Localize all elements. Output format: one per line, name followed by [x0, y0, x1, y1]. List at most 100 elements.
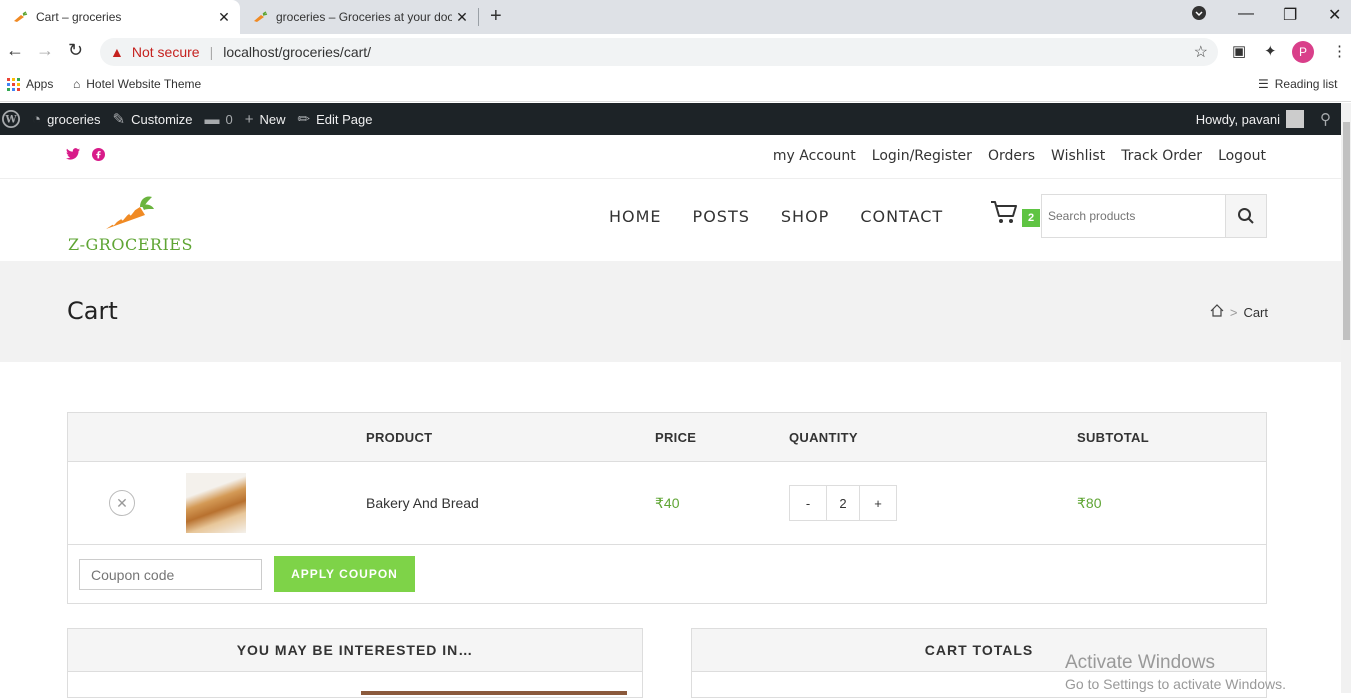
- breadcrumb-current: Cart: [1243, 304, 1268, 320]
- wp-account-menu[interactable]: Howdy, pavani: [1196, 103, 1304, 135]
- header-subtotal: SUBTOTAL: [1077, 430, 1149, 445]
- product-subtotal: ₹80: [1077, 495, 1102, 511]
- cart-table: PRODUCT PRICE QUANTITY SUBTOTAL ✕ Bakery…: [67, 412, 1267, 604]
- omnibox-divider: |: [209, 44, 214, 60]
- cross-sell-product-image[interactable]: [361, 691, 627, 695]
- header-product: PRODUCT: [366, 430, 433, 445]
- wordpress-logo-icon: W: [2, 110, 20, 128]
- wp-edit-page[interactable]: ✏ Edit Page: [298, 103, 373, 135]
- watermark-line-2: Go to Settings to activate Windows.: [1065, 676, 1286, 692]
- nav-posts[interactable]: POSTS: [693, 207, 750, 226]
- profile-avatar[interactable]: P: [1292, 41, 1314, 63]
- wp-comments[interactable]: ▬ 0: [205, 103, 233, 135]
- extension-icon[interactable]: ▣: [1232, 42, 1246, 60]
- site-name-label: groceries: [47, 111, 101, 127]
- browser-menu-icon[interactable]: ⋮: [1332, 42, 1347, 60]
- wishlist-link[interactable]: Wishlist: [1051, 148, 1105, 164]
- windows-activation-watermark: Activate Windows Go to Settings to activ…: [1065, 652, 1286, 692]
- wp-customize[interactable]: ✎ Customize: [113, 103, 193, 135]
- carrot-logo-icon[interactable]: [68, 189, 158, 240]
- bookmark-label: Hotel Website Theme: [86, 77, 202, 91]
- product-name-link[interactable]: Bakery And Bread: [366, 495, 479, 511]
- tab-close-icon[interactable]: ✕: [214, 9, 234, 26]
- nav-contact[interactable]: CONTACT: [860, 207, 943, 226]
- apps-grid-icon: [7, 77, 20, 91]
- user-avatar: [1286, 110, 1304, 128]
- wp-logo-menu[interactable]: W: [2, 103, 20, 135]
- reload-icon[interactable]: ↻: [68, 40, 83, 61]
- quantity-increase-button[interactable]: +: [860, 486, 896, 520]
- search-input[interactable]: [1042, 195, 1225, 237]
- main-navigation: HOME POSTS SHOP CONTACT: [609, 207, 943, 226]
- site-favicon-icon: [252, 9, 268, 25]
- minimize-icon[interactable]: —: [1238, 5, 1254, 23]
- wp-new-content[interactable]: + New: [245, 103, 286, 135]
- comments-count: 0: [225, 111, 233, 127]
- browser-tab-groceries[interactable]: groceries – Groceries at your doo ✕: [240, 0, 478, 34]
- logo-text[interactable]: Z-GROCERIES: [68, 235, 193, 254]
- cart-icon[interactable]: [990, 199, 1018, 230]
- bookmark-label: Apps: [26, 77, 54, 91]
- url-text[interactable]: localhost/groceries/cart/: [223, 44, 371, 60]
- svg-text:W: W: [4, 115, 17, 126]
- customize-label: Customize: [131, 111, 193, 127]
- nav-shop[interactable]: SHOP: [781, 207, 829, 226]
- tab-close-icon[interactable]: ✕: [452, 9, 472, 26]
- brush-icon: ✎: [112, 111, 126, 128]
- pencil-icon: ✏: [297, 111, 311, 128]
- orders-link[interactable]: Orders: [988, 148, 1035, 164]
- product-price: ₹40: [655, 495, 680, 511]
- product-thumbnail[interactable]: [186, 473, 246, 533]
- address-bar[interactable]: ▲ Not secure | localhost/groceries/cart/…: [100, 38, 1218, 66]
- wp-site-name[interactable]: ◔ groceries: [32, 103, 101, 135]
- apply-coupon-button[interactable]: APPLY COUPON: [274, 556, 415, 592]
- nav-home[interactable]: HOME: [609, 207, 662, 226]
- track-order-link[interactable]: Track Order: [1121, 148, 1202, 164]
- login-register-link[interactable]: Login/Register: [872, 148, 972, 164]
- security-status[interactable]: Not secure: [132, 44, 200, 60]
- cart-table-header: PRODUCT PRICE QUANTITY SUBTOTAL: [68, 413, 1266, 462]
- quantity-input[interactable]: 2: [826, 486, 860, 520]
- edit-page-label: Edit Page: [316, 111, 373, 127]
- tab-search-icon[interactable]: [1191, 5, 1207, 26]
- browser-tab-cart[interactable]: Cart – groceries ✕: [0, 0, 240, 34]
- breadcrumb: > Cart: [1210, 304, 1268, 320]
- search-icon: [1238, 208, 1254, 224]
- home-icon[interactable]: [1210, 304, 1224, 320]
- bookmark-apps[interactable]: Apps: [7, 77, 53, 91]
- browser-tab-strip: Cart – groceries ✕ groceries – Groceries…: [0, 0, 1351, 34]
- account-links: my Account Login/Register Orders Wishlis…: [773, 148, 1266, 164]
- logout-link[interactable]: Logout: [1218, 148, 1266, 164]
- maximize-icon[interactable]: ❐: [1283, 5, 1297, 25]
- new-tab-icon[interactable]: +: [490, 5, 502, 28]
- site-favicon-icon: [12, 9, 28, 25]
- facebook-icon[interactable]: [92, 148, 105, 164]
- reading-list[interactable]: ☰ Reading list: [1258, 77, 1337, 91]
- site-header: Z-GROCERIES HOME POSTS SHOP CONTACT 2: [0, 179, 1341, 261]
- social-links: [66, 148, 105, 164]
- tab-title: Cart – groceries: [36, 10, 122, 24]
- admin-search-icon[interactable]: ⚲: [1320, 110, 1331, 128]
- forward-icon[interactable]: →: [36, 40, 54, 61]
- hotel-icon: ⌂: [73, 77, 81, 91]
- twitter-icon[interactable]: [66, 148, 80, 164]
- back-icon[interactable]: ←: [6, 40, 24, 61]
- cross-sells-panel: YOU MAY BE INTERESTED IN…: [67, 628, 643, 698]
- bookmark-star-icon[interactable]: ☆: [1194, 42, 1208, 62]
- my-account-link[interactable]: my Account: [773, 148, 856, 164]
- tab-title: groceries – Groceries at your doo: [276, 10, 452, 24]
- page-banner: Cart > Cart: [0, 261, 1341, 362]
- quantity-decrease-button[interactable]: -: [790, 486, 826, 520]
- coupon-code-input[interactable]: [79, 559, 262, 590]
- search-button[interactable]: [1225, 195, 1266, 237]
- bookmarks-bar: Apps ⌂ Hotel Website Theme ☰ Reading lis…: [0, 70, 1351, 102]
- remove-item-icon[interactable]: ✕: [109, 490, 135, 516]
- bookmark-hotel-website-theme[interactable]: ⌂ Hotel Website Theme: [73, 77, 201, 91]
- reading-list-icon: ☰: [1258, 77, 1269, 91]
- scrollbar-thumb[interactable]: [1343, 122, 1350, 340]
- new-label: New: [259, 111, 286, 127]
- extensions-puzzle-icon[interactable]: ✦: [1264, 42, 1277, 60]
- reading-list-label: Reading list: [1274, 77, 1338, 91]
- watermark-line-1: Activate Windows: [1065, 652, 1215, 673]
- window-close-icon[interactable]: ✕: [1328, 5, 1341, 25]
